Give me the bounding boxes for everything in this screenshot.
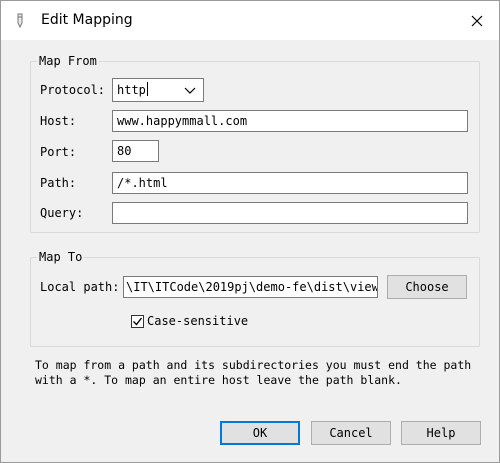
local-path-label: Local path: — [40, 280, 120, 294]
close-button[interactable] — [465, 9, 489, 33]
port-label: Port: — [40, 145, 77, 159]
protocol-select[interactable]: http — [112, 78, 204, 102]
case-sensitive-label[interactable]: Case-sensitive — [147, 314, 248, 328]
local-path-field[interactable]: \IT\ITCode\2019pj\demo-fe\dist\view — [123, 276, 378, 298]
pen-icon — [17, 13, 23, 29]
path-label: Path: — [40, 176, 77, 190]
title-bar: Edit Mapping — [1, 1, 499, 40]
edit-mapping-dialog: Edit Mapping Map From Protocol: http Hos… — [0, 0, 500, 463]
checkmark-icon — [133, 317, 143, 326]
query-field[interactable] — [112, 202, 468, 224]
window-title: Edit Mapping — [41, 12, 133, 28]
text-cursor — [146, 82, 148, 96]
help-note: To map from a path and its subdirectorie… — [35, 358, 472, 387]
choose-button[interactable]: Choose — [387, 275, 467, 299]
close-icon — [471, 15, 483, 27]
case-sensitive-checkbox[interactable] — [131, 315, 144, 328]
protocol-label: Protocol: — [40, 83, 106, 97]
map-to-group: Map To — [30, 250, 480, 347]
port-field[interactable]: 80 — [112, 140, 159, 162]
query-label: Query: — [40, 206, 84, 220]
host-field[interactable]: www.happymmall.com — [112, 110, 468, 132]
help-button[interactable]: Help — [401, 421, 481, 445]
ok-button[interactable]: OK — [220, 421, 300, 445]
map-from-group-title: Map From — [37, 54, 99, 68]
chevron-down-icon — [184, 87, 196, 94]
host-label: Host: — [40, 114, 77, 128]
path-field[interactable]: /*.html — [112, 172, 468, 194]
cancel-button[interactable]: Cancel — [311, 421, 391, 445]
map-to-group-title: Map To — [37, 250, 85, 264]
protocol-value: http — [117, 83, 146, 97]
